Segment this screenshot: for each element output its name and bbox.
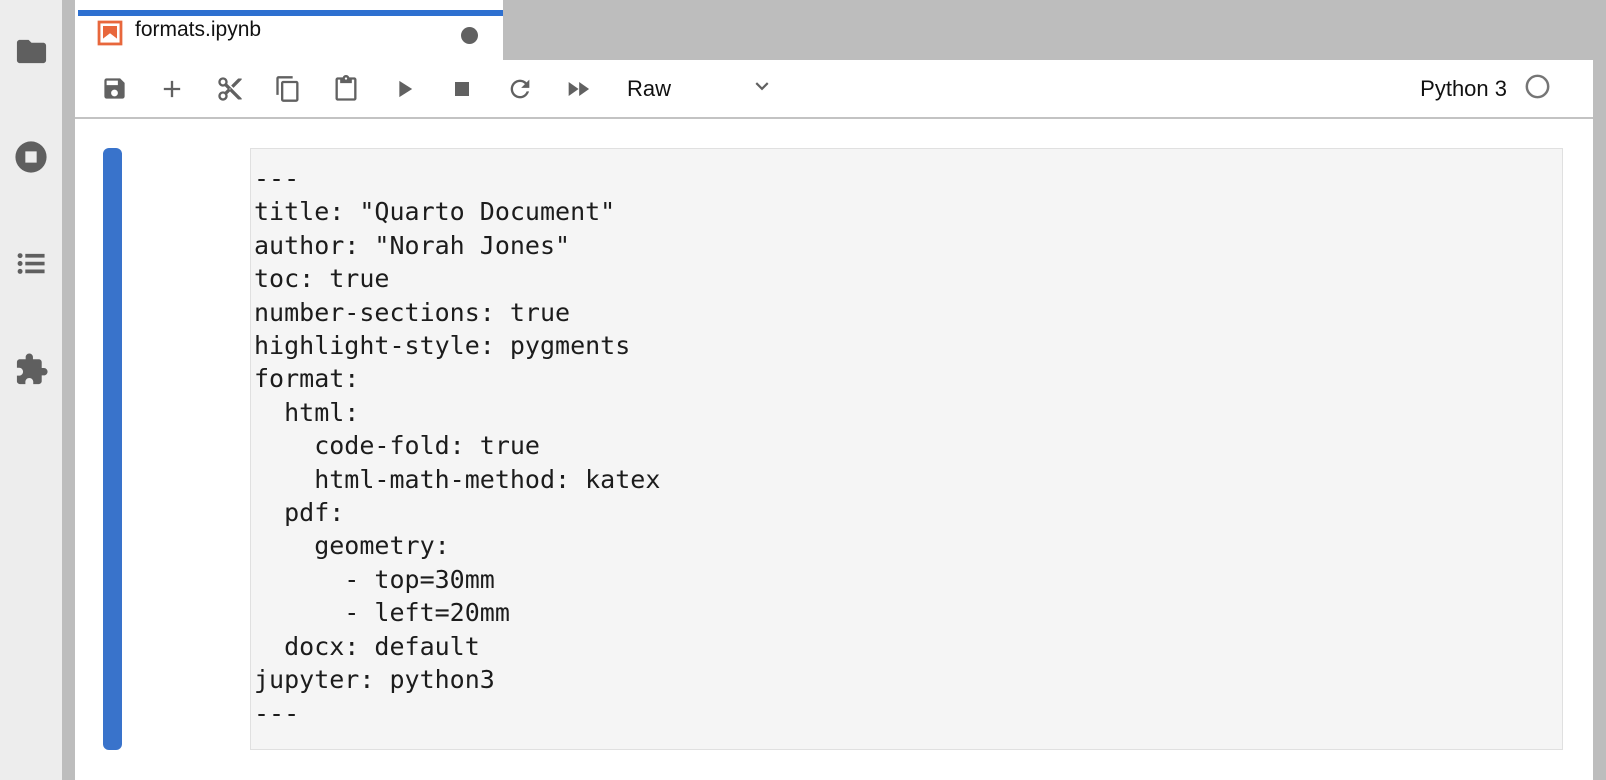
paste-icon xyxy=(332,75,360,103)
run-all-button[interactable] xyxy=(556,67,600,111)
jupyterlab-window: formats.ipynb xyxy=(0,0,1606,780)
cell-editor[interactable]: --- title: "Quarto Document" author: "No… xyxy=(250,148,1563,750)
stop-circle-icon xyxy=(14,140,48,174)
cut-cells-button[interactable] xyxy=(208,67,252,111)
tab-title: formats.ipynb xyxy=(135,18,261,42)
interrupt-kernel-button[interactable] xyxy=(440,67,484,111)
cell-type-dropdown[interactable]: Raw xyxy=(615,67,783,111)
main-area: formats.ipynb xyxy=(75,0,1593,780)
right-panel-strip xyxy=(1593,0,1606,780)
run-cell-button[interactable] xyxy=(382,67,426,111)
save-button[interactable] xyxy=(92,67,136,111)
left-activity-bar xyxy=(0,0,62,780)
puzzle-icon xyxy=(14,352,49,387)
list-icon xyxy=(15,247,48,280)
active-cell-collapser[interactable] xyxy=(103,148,122,750)
copy-cells-button[interactable] xyxy=(266,67,310,111)
paste-cells-button[interactable] xyxy=(324,67,368,111)
cell-source: --- title: "Quarto Document" author: "No… xyxy=(254,162,1554,730)
notebook-panel: --- title: "Quarto Document" author: "No… xyxy=(75,119,1593,780)
dock-tab-bar: formats.ipynb xyxy=(75,0,1593,60)
save-icon xyxy=(101,75,128,102)
stop-icon xyxy=(450,77,474,101)
restart-kernel-icon xyxy=(506,75,534,103)
add-cell-button[interactable] xyxy=(150,67,194,111)
tab-formats-ipynb[interactable]: formats.ipynb xyxy=(75,0,503,60)
kernel-name: Python 3 xyxy=(1420,76,1507,102)
kernel-indicator[interactable]: Python 3 xyxy=(1420,73,1593,105)
run-all-icon xyxy=(564,75,592,103)
add-cell-icon xyxy=(158,75,186,103)
raw-cell: --- title: "Quarto Document" author: "No… xyxy=(103,148,1563,750)
run-icon xyxy=(390,75,418,103)
sidebar-item-running-sessions[interactable] xyxy=(13,139,49,175)
notebook-icon xyxy=(96,19,124,47)
active-tab-accent xyxy=(78,10,503,16)
copy-icon xyxy=(274,75,302,103)
kernel-idle-circle-icon xyxy=(1524,73,1551,105)
chevron-down-icon xyxy=(749,73,775,104)
cell-prompt-gutter xyxy=(122,148,250,750)
restart-kernel-button[interactable] xyxy=(498,67,542,111)
sidebar-item-file-browser[interactable] xyxy=(13,33,49,69)
sidebar-item-table-of-contents[interactable] xyxy=(13,245,49,281)
notebook-toolbar: Raw Python 3 xyxy=(75,60,1593,119)
unsaved-changes-indicator[interactable] xyxy=(461,27,478,44)
folder-icon xyxy=(14,34,49,69)
sidebar-resize-handle[interactable] xyxy=(62,0,75,780)
cell-type-value: Raw xyxy=(627,76,671,102)
cut-icon xyxy=(216,75,244,103)
sidebar-item-extension-manager[interactable] xyxy=(13,351,49,387)
